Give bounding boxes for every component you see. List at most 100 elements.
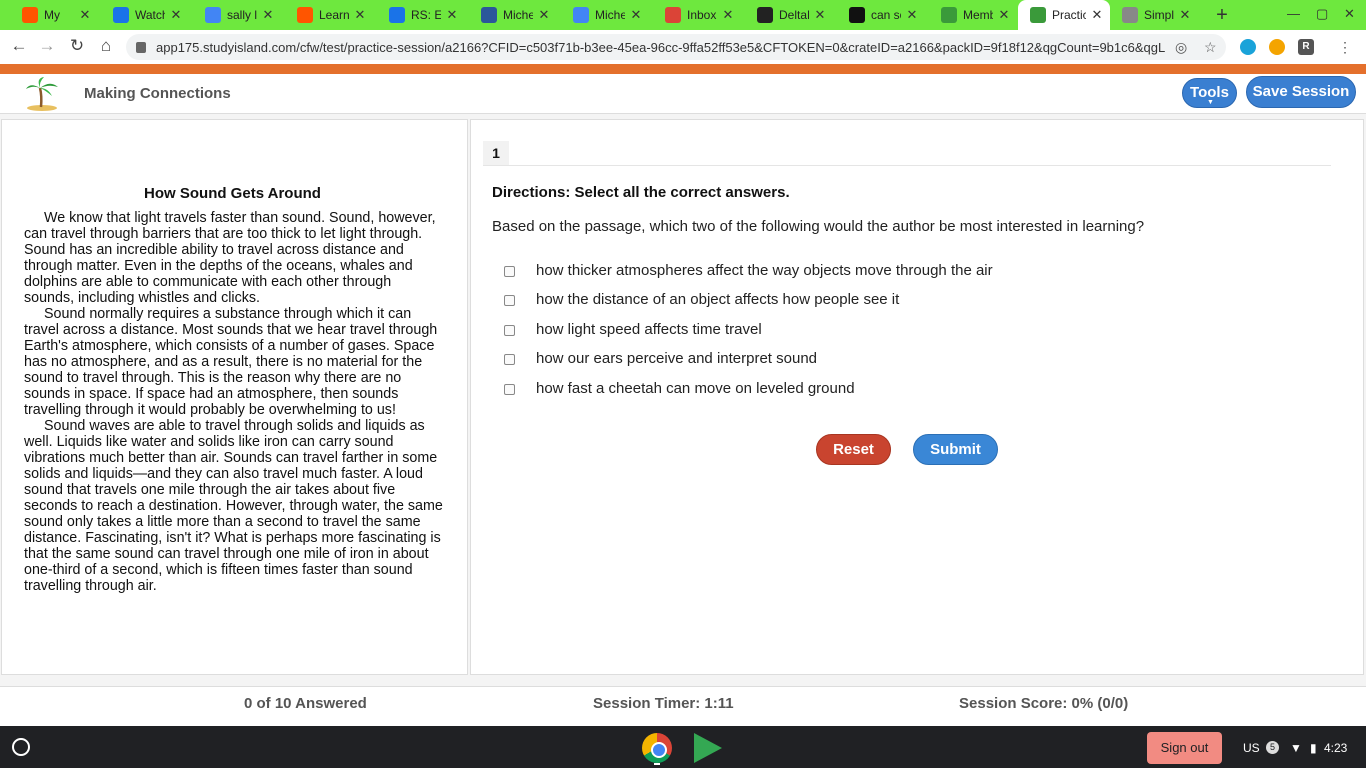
play-store-icon[interactable] (694, 733, 722, 763)
answer-choice[interactable]: how our ears perceive and interpret soun… (504, 349, 817, 369)
browser-tab[interactable]: RS: EL/ ✕ (377, 3, 465, 27)
home-icon[interactable]: ⌂ (95, 36, 117, 56)
tab-close-icon[interactable]: ✕ (1178, 7, 1192, 23)
new-tab-button[interactable]: + (1212, 4, 1232, 27)
answer-label[interactable]: how light speed affects time travel (536, 321, 762, 338)
tab-title: Michell (595, 8, 625, 22)
tab-close-icon[interactable]: ✕ (1090, 7, 1104, 23)
tab-close-icon[interactable]: ✕ (905, 7, 919, 23)
extension-icon[interactable] (1269, 39, 1285, 55)
tab-title: RS: EL/ (411, 8, 441, 22)
tab-close-icon[interactable]: ✕ (813, 7, 827, 23)
tab-favicon-icon (22, 7, 38, 23)
answer-label[interactable]: how thicker atmospheres affect the way o… (536, 262, 993, 279)
tab-close-icon[interactable]: ✕ (78, 7, 92, 23)
tab-title: Simplif (1144, 8, 1174, 22)
question-number-tab[interactable]: 1 (483, 141, 509, 166)
url-text[interactable]: app175.studyisland.com/cfw/test/practice… (156, 40, 1166, 55)
browser-tab[interactable]: Watch ✕ (101, 3, 189, 27)
tools-button[interactable]: Tools ▼ (1182, 78, 1237, 108)
answer-choice[interactable]: how the distance of an object affects ho… (504, 290, 899, 310)
locale-indicator[interactable]: US (1243, 741, 1260, 755)
divider (483, 165, 1331, 166)
notification-badge[interactable]: 5 (1266, 741, 1279, 754)
session-score: Session Score: 0% (0/0) (959, 695, 1129, 712)
location-icon[interactable]: ◎ (1175, 39, 1187, 56)
browser-tab[interactable]: Simplif ✕ (1110, 3, 1198, 27)
tab-close-icon[interactable]: ✕ (353, 7, 367, 23)
answer-label[interactable]: how the distance of an object affects ho… (536, 291, 899, 308)
battery-icon[interactable]: ▮ (1310, 741, 1317, 755)
browser-tab[interactable]: Memb ✕ (929, 3, 1017, 27)
tab-title: Watch (135, 8, 165, 22)
answer-label[interactable]: how our ears perceive and interpret soun… (536, 350, 817, 367)
browser-tab[interactable]: Inbox ( ✕ (653, 3, 741, 27)
browser-tab[interactable]: Michell ✕ (561, 3, 649, 27)
extension-icon[interactable] (1240, 39, 1256, 55)
reload-icon[interactable]: ↻ (66, 36, 88, 56)
directions: Directions: Select all the correct answe… (492, 184, 790, 201)
minimize-icon[interactable]: — (1287, 6, 1300, 21)
tab-favicon-icon (389, 7, 405, 23)
tab-title: Learn n (319, 8, 349, 22)
browser-tab[interactable]: Michell ✕ (469, 3, 557, 27)
tab-favicon-icon (941, 7, 957, 23)
chrome-icon[interactable] (642, 733, 672, 763)
tab-close-icon[interactable]: ✕ (629, 7, 643, 23)
passage-paragraph: We know that light travels faster than s… (24, 210, 436, 306)
bookmark-star-icon[interactable]: ☆ (1204, 39, 1217, 56)
tab-title: Memb (963, 8, 993, 22)
menu-dots-icon[interactable]: ⋮ (1338, 39, 1352, 56)
answer-label[interactable]: how fast a cheetah can move on leveled g… (536, 380, 855, 397)
tab-title: sally le (227, 8, 257, 22)
tab-title: Inbox ( (687, 8, 717, 22)
answer-checkbox[interactable] (504, 265, 515, 277)
browser-tab[interactable]: Learn n ✕ (285, 3, 373, 27)
lock-icon[interactable] (136, 41, 146, 53)
save-session-button[interactable]: Save Session (1246, 76, 1356, 108)
clock[interactable]: 4:23 (1324, 741, 1347, 755)
session-timer: Session Timer: 1:11 (593, 695, 734, 712)
address-bar[interactable]: app175.studyisland.com/cfw/test/practice… (126, 34, 1226, 60)
browser-tab[interactable]: can so ✕ (837, 3, 925, 27)
back-icon[interactable]: ← (8, 36, 30, 56)
maximize-icon[interactable]: ▢ (1316, 6, 1328, 22)
submit-button[interactable]: Submit (913, 434, 998, 465)
answered-count: 0 of 10 Answered (244, 695, 367, 712)
answer-checkbox[interactable] (504, 294, 515, 306)
tab-title: Practic (1052, 8, 1086, 22)
tab-close-icon[interactable]: ✕ (169, 7, 183, 23)
tab-close-icon[interactable]: ✕ (997, 7, 1011, 23)
tab-title: Michell (503, 8, 533, 22)
tab-favicon-icon (665, 7, 681, 23)
browser-tab[interactable]: DeltaM ✕ (745, 3, 833, 27)
launcher-icon[interactable] (12, 738, 30, 756)
tab-title: DeltaM (779, 8, 809, 22)
tab-close-icon[interactable]: ✕ (721, 7, 735, 23)
brand-bar (0, 64, 1366, 74)
tab-close-icon[interactable]: ✕ (445, 7, 459, 23)
tab-close-icon[interactable]: ✕ (261, 7, 275, 23)
answer-choice[interactable]: how light speed affects time travel (504, 320, 762, 340)
tab-favicon-icon (1030, 7, 1046, 23)
wifi-icon[interactable]: ▼ (1290, 741, 1302, 755)
tab-favicon-icon (757, 7, 773, 23)
sign-out-button[interactable]: Sign out (1147, 732, 1222, 764)
answer-checkbox[interactable] (504, 383, 515, 395)
browser-tab[interactable]: Practic ✕ (1018, 0, 1110, 30)
answer-checkbox[interactable] (504, 324, 515, 336)
tab-close-icon[interactable]: ✕ (537, 7, 551, 23)
answer-choice[interactable]: how fast a cheetah can move on leveled g… (504, 379, 855, 399)
passage-paragraph: Sound normally requires a substance thro… (24, 306, 438, 418)
page-title: Making Connections (84, 85, 231, 102)
reset-button[interactable]: Reset (816, 434, 891, 465)
close-window-icon[interactable]: ✕ (1344, 6, 1355, 22)
forward-icon[interactable]: → (36, 36, 58, 56)
browser-tab[interactable]: sally le ✕ (193, 3, 281, 27)
browser-tab[interactable]: My ✕ (10, 3, 98, 27)
answer-checkbox[interactable] (504, 353, 515, 365)
passage-title: How Sound Gets Around (144, 185, 321, 202)
extension-r-icon[interactable]: R (1298, 39, 1314, 55)
answer-choice[interactable]: how thicker atmospheres affect the way o… (504, 261, 993, 281)
tab-favicon-icon (297, 7, 313, 23)
